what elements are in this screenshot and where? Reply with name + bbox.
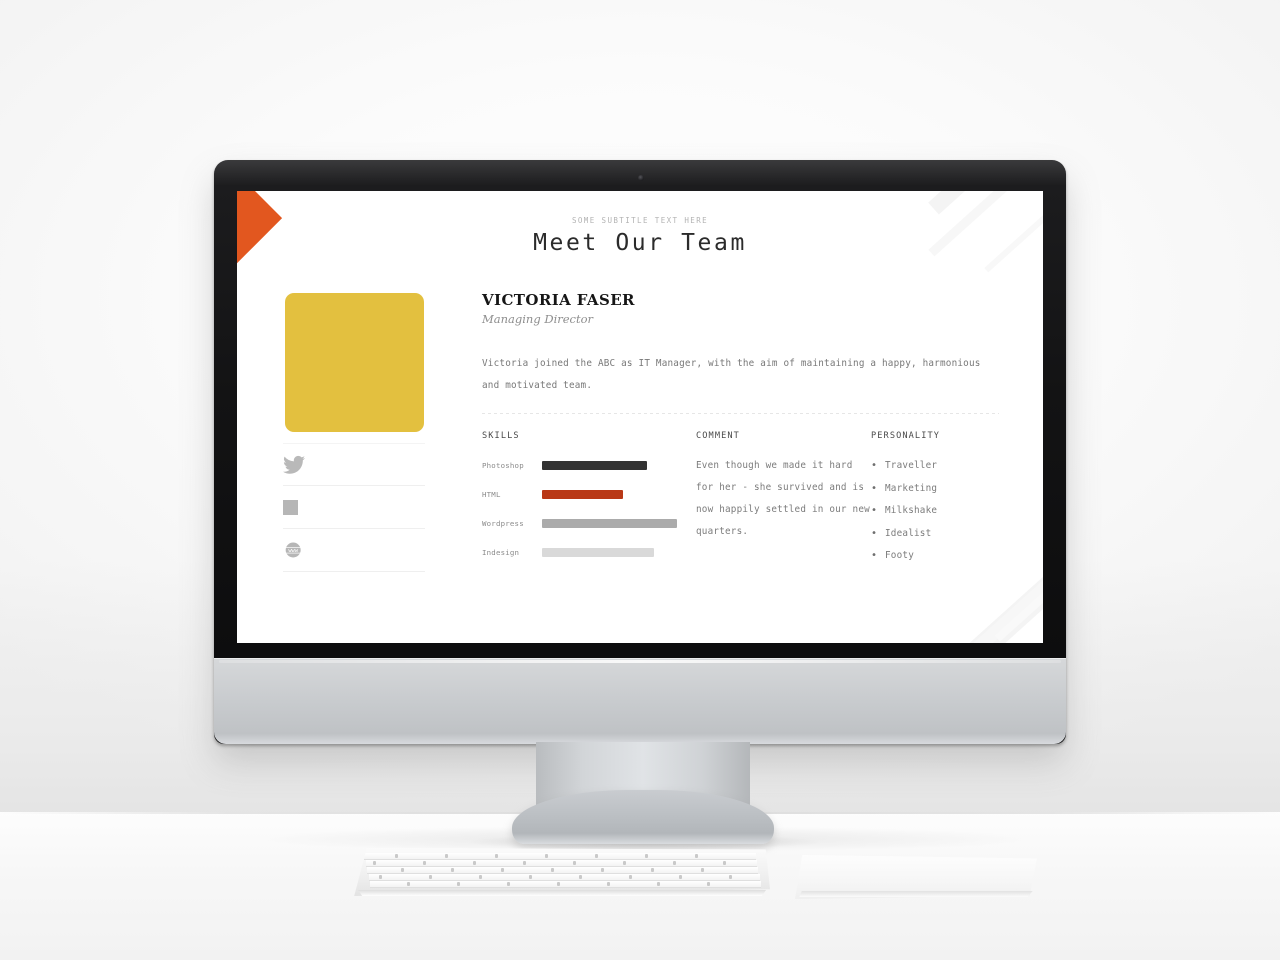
keyboard-row [367, 867, 759, 874]
skill-label: HTML [482, 489, 501, 499]
keyboard-row [370, 881, 761, 888]
keyboard-key [629, 875, 632, 879]
member-details: VICTORIA FASER Managing Director Victori… [482, 291, 999, 571]
slide-title: Meet Our Team [533, 230, 747, 256]
monitor-chin [214, 658, 1066, 744]
personality-section: PERSONALITY TravellerMarketingMilkshakeI… [871, 431, 940, 571]
www-globe-icon: www [285, 542, 301, 558]
keyboard-key [529, 875, 532, 879]
keyboard-front-edge [358, 890, 766, 896]
monitor-screen: SOME SUBTITLE TEXT HERE Meet Our Team ww… [237, 191, 1043, 643]
keyboard-row [368, 874, 760, 881]
skill-label: Wordpress [482, 518, 524, 528]
personality-item: Traveller [871, 455, 940, 478]
keyboard-key [651, 868, 654, 872]
studio-scene: SOME SUBTITLE TEXT HERE Meet Our Team ww… [0, 0, 1280, 960]
svg-text:www: www [288, 548, 298, 554]
social-link-square[interactable] [283, 486, 425, 529]
skills-section: SKILLS Photoshop HTML Wordpress Indesign [482, 431, 696, 571]
keyboard-key [729, 875, 732, 879]
keyboard-key [451, 868, 454, 872]
keyboard-key [573, 861, 576, 865]
keyboard-key [673, 861, 676, 865]
section-divider [482, 413, 999, 414]
keyboard-key [423, 861, 426, 865]
keyboard-key [623, 861, 626, 865]
skill-bar [542, 489, 623, 499]
skill-row: Wordpress [482, 513, 696, 533]
personality-item: Marketing [871, 478, 940, 501]
presentation-slide: SOME SUBTITLE TEXT HERE Meet Our Team ww… [237, 191, 1043, 643]
keyboard-key [557, 882, 560, 886]
keyboard-key [479, 875, 482, 879]
webcam-icon [638, 175, 644, 181]
keyboard-key [701, 868, 704, 872]
personality-list: TravellerMarketingMilkshakeIdealistFooty [871, 455, 940, 568]
keyboard-keys [364, 853, 761, 888]
detail-columns: SKILLS Photoshop HTML Wordpress Indesign CO… [482, 431, 999, 571]
personality-item: Idealist [871, 523, 940, 546]
social-links-column: www [283, 443, 425, 572]
skill-bar [542, 460, 648, 470]
keyboard-key [645, 854, 648, 858]
imac-monitor: SOME SUBTITLE TEXT HERE Meet Our Team ww… [214, 160, 1066, 744]
keyboard-key [395, 854, 398, 858]
keyboard-key [545, 854, 548, 858]
skill-row: Photoshop [482, 455, 696, 475]
keyboard-key [379, 875, 382, 879]
social-link-website[interactable]: www [283, 529, 425, 572]
social-link-twitter[interactable] [283, 443, 425, 486]
keyboard-key [401, 868, 404, 872]
member-bio: Victoria joined the ABC as IT Manager, w… [482, 358, 981, 391]
keyboard-key [595, 854, 598, 858]
personality-heading: PERSONALITY [871, 431, 941, 441]
team-member-photo [285, 293, 424, 432]
keyboard-key [429, 875, 432, 879]
skill-label: Indesign [482, 547, 520, 557]
keyboard-key [523, 861, 526, 865]
skills-list: Photoshop HTML Wordpress Indesign [482, 455, 696, 562]
trackpad-edge [799, 891, 1033, 897]
keyboard-key [723, 861, 726, 865]
skill-row: HTML [482, 484, 696, 504]
keyboard-key [501, 868, 504, 872]
square-icon [283, 499, 298, 515]
keyboard-key [473, 861, 476, 865]
keyboard-key [407, 882, 410, 886]
member-name: VICTORIA FASER [482, 291, 635, 309]
keyboard[interactable] [350, 848, 770, 896]
keyboard-key [507, 882, 510, 886]
trackpad[interactable] [795, 855, 1037, 899]
comment-section: COMMENT Even though we made it hard for … [696, 431, 871, 571]
skill-bar [542, 518, 677, 528]
comment-heading: COMMENT [696, 431, 740, 441]
skill-row: Indesign [482, 542, 696, 562]
keyboard-body [354, 848, 770, 896]
keyboard-key [657, 882, 660, 886]
monitor-chin-highlight [219, 660, 1061, 663]
twitter-icon [283, 455, 305, 474]
comment-text: Even though we made it hard for her - sh… [696, 460, 870, 537]
keyboard-key [457, 882, 460, 886]
keyboard-key [445, 854, 448, 858]
personality-item: Milkshake [871, 500, 940, 523]
personality-item: Footy [871, 545, 940, 568]
skill-bar [542, 547, 655, 557]
bezel-gloss [214, 160, 1066, 186]
keyboard-key [601, 868, 604, 872]
keyboard-key [695, 854, 698, 858]
keyboard-key [579, 875, 582, 879]
skills-heading: SKILLS [482, 431, 520, 441]
member-role: Managing Director [482, 312, 594, 326]
keyboard-key [679, 875, 682, 879]
keyboard-key [551, 868, 554, 872]
skill-label: Photoshop [482, 460, 524, 470]
slide-subtitle: SOME SUBTITLE TEXT HERE [571, 216, 709, 225]
keyboard-key [495, 854, 498, 858]
keyboard-key [373, 861, 376, 865]
keyboard-key [707, 882, 710, 886]
keyboard-key [607, 882, 610, 886]
